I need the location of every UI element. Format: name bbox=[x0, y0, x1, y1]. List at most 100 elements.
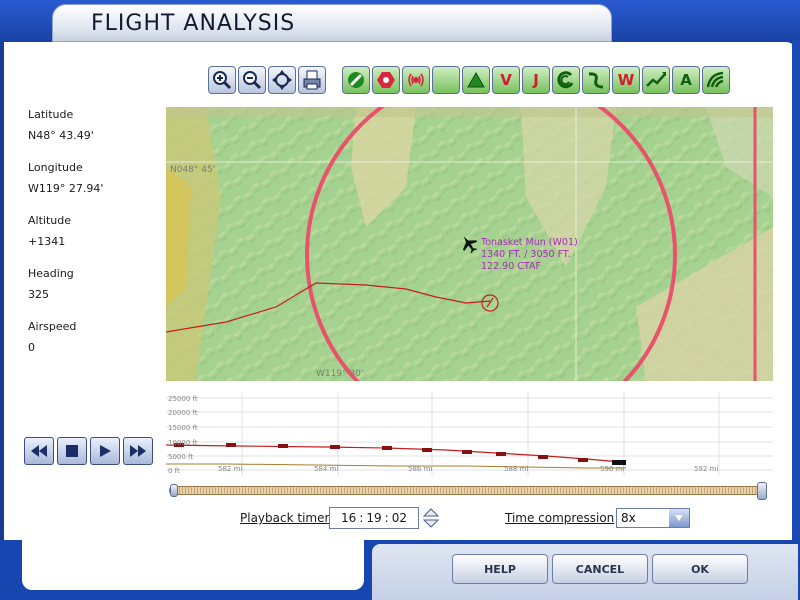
rewind-icon bbox=[31, 445, 47, 457]
window-title: FLIGHT ANALYSIS bbox=[91, 11, 296, 36]
vor-icon bbox=[377, 72, 395, 88]
print-button[interactable] bbox=[298, 66, 326, 94]
timer-hours[interactable]: 16 bbox=[341, 511, 356, 525]
map-toolbar: V J W A bbox=[0, 66, 800, 96]
terrain-icon bbox=[706, 71, 724, 88]
airport-icon bbox=[348, 72, 364, 88]
terrain-toggle-button[interactable] bbox=[702, 66, 730, 94]
latitude-value: N48° 43.49' bbox=[28, 129, 94, 142]
spin-down-icon[interactable] bbox=[422, 519, 440, 528]
stop-icon bbox=[66, 445, 78, 457]
timer-minutes[interactable]: 19 bbox=[366, 511, 381, 525]
cancel-button[interactable]: CANCEL bbox=[552, 554, 648, 584]
airspeed-value: 0 bbox=[28, 341, 35, 354]
profile-alt-label: 5000 ft bbox=[168, 453, 193, 461]
route-toggle-button[interactable] bbox=[582, 66, 610, 94]
print-icon bbox=[303, 70, 321, 90]
longitude-grid-label: W119° 30' bbox=[316, 369, 363, 379]
altitude-profile-line bbox=[165, 444, 623, 463]
profile-distance-label: 582 mi bbox=[218, 465, 242, 473]
jet-airway-icon: J bbox=[533, 71, 539, 89]
playback-start-handle[interactable] bbox=[170, 484, 178, 497]
airspeed-label: Airspeed bbox=[28, 320, 77, 333]
profile-distance-label: 586 mi bbox=[408, 465, 432, 473]
altitude-label: Altitude bbox=[28, 214, 71, 227]
profile-distance-label: 592 mi bbox=[694, 465, 718, 473]
altitude-value: +1341 bbox=[28, 235, 66, 248]
profile-alt-label: 0 ft bbox=[168, 467, 180, 475]
victor-airway-toggle-button[interactable]: V bbox=[492, 66, 520, 94]
airport-frequency-label: 122.90 CTAF bbox=[481, 261, 541, 272]
playback-slider-track[interactable] bbox=[169, 486, 763, 495]
zoom-out-button[interactable] bbox=[238, 66, 266, 94]
profile-distance-label: 590 mi bbox=[600, 465, 624, 473]
profile-canvas: 25000 ft 20000 ft 15000 ft 10000 ft 5000… bbox=[165, 392, 773, 476]
playback-controls bbox=[24, 437, 156, 465]
longitude-label: Longitude bbox=[28, 161, 83, 174]
fast-forward-button[interactable] bbox=[123, 437, 153, 465]
center-aircraft-icon bbox=[272, 70, 292, 90]
profile-alt-label: 20000 ft bbox=[168, 409, 198, 417]
window-frame-right bbox=[792, 40, 800, 560]
profile-distance-label: 588 mi bbox=[504, 465, 528, 473]
heading-value: 325 bbox=[28, 288, 49, 301]
airspace-toggle-button[interactable] bbox=[552, 66, 580, 94]
playback-position-handle[interactable] bbox=[757, 482, 767, 500]
chevron-down-icon bbox=[675, 515, 683, 521]
title-tab: FLIGHT ANALYSIS bbox=[52, 4, 612, 42]
time-compression-select[interactable]: 8x bbox=[616, 508, 690, 528]
ils-icon bbox=[438, 72, 454, 88]
weather-icon: W bbox=[617, 71, 635, 89]
airport-elevation-label: 1340 FT. / 3050 FT. bbox=[481, 249, 571, 260]
intersection-icon bbox=[467, 71, 485, 88]
flight-map[interactable]: Tonasket Mun (W01) 1340 FT. / 3050 FT. 1… bbox=[166, 107, 773, 381]
latitude-grid-label: N048° 45' bbox=[170, 165, 215, 175]
intersection-toggle-button[interactable] bbox=[462, 66, 490, 94]
zoom-out-icon bbox=[243, 71, 262, 90]
profile-alt-label: 25000 ft bbox=[168, 395, 198, 403]
latitude-label: Latitude bbox=[28, 108, 74, 121]
footer-info-box bbox=[22, 540, 364, 590]
map-canvas: Tonasket Mun (W01) 1340 FT. / 3050 FT. 1… bbox=[166, 107, 773, 381]
vor-toggle-button[interactable] bbox=[372, 66, 400, 94]
altitude-profile-graph[interactable]: 25000 ft 20000 ft 15000 ft 10000 ft 5000… bbox=[165, 392, 773, 476]
rewind-button[interactable] bbox=[24, 437, 54, 465]
timer-seconds[interactable]: 02 bbox=[392, 511, 407, 525]
zoom-in-icon bbox=[213, 71, 232, 90]
route-icon bbox=[588, 72, 604, 89]
flight-path-toggle-button[interactable] bbox=[642, 66, 670, 94]
flight-path-icon bbox=[646, 72, 666, 87]
time-compression-label: Time compression bbox=[505, 511, 614, 525]
profile-alt-label: 10000 ft bbox=[168, 439, 198, 447]
airport-name-label: Tonasket Mun (W01) bbox=[480, 237, 578, 248]
ils-toggle-button[interactable] bbox=[432, 66, 460, 94]
ndb-toggle-button[interactable] bbox=[402, 66, 430, 94]
playback-timer-label-text: Playback timer bbox=[240, 511, 330, 525]
playback-timer-label: Playback timer bbox=[240, 511, 329, 525]
playback-slider[interactable] bbox=[169, 482, 769, 500]
aircraft-info-panel: Latitude N48° 43.49' Longitude W119° 27.… bbox=[28, 108, 158, 373]
altitude-toggle-button[interactable]: A bbox=[672, 66, 700, 94]
play-button[interactable] bbox=[90, 437, 120, 465]
ok-button[interactable]: OK bbox=[652, 554, 748, 584]
victor-airway-icon: V bbox=[500, 71, 512, 89]
profile-alt-label: 15000 ft bbox=[168, 424, 198, 432]
time-compression-dropdown-button[interactable] bbox=[669, 509, 689, 527]
airport-toggle-button[interactable] bbox=[342, 66, 370, 94]
time-compression-label-text: Time compression bbox=[505, 511, 615, 525]
zoom-in-button[interactable] bbox=[208, 66, 236, 94]
longitude-value: W119° 27.94' bbox=[28, 182, 104, 195]
jet-airway-toggle-button[interactable]: J bbox=[522, 66, 550, 94]
playback-timer-field[interactable]: 16: 19: 02 bbox=[329, 507, 419, 529]
stop-button[interactable] bbox=[57, 437, 87, 465]
center-aircraft-button[interactable] bbox=[268, 66, 296, 94]
profile-distance-label: 584 mi bbox=[314, 465, 338, 473]
ndb-icon bbox=[408, 73, 424, 87]
timer-spinner[interactable] bbox=[422, 508, 440, 528]
airspace-icon bbox=[557, 71, 574, 89]
help-button[interactable]: HELP bbox=[452, 554, 548, 584]
fast-forward-icon bbox=[130, 445, 146, 457]
weather-toggle-button[interactable]: W bbox=[612, 66, 640, 94]
spin-up-icon[interactable] bbox=[422, 508, 440, 517]
altitude-icon: A bbox=[680, 71, 692, 89]
